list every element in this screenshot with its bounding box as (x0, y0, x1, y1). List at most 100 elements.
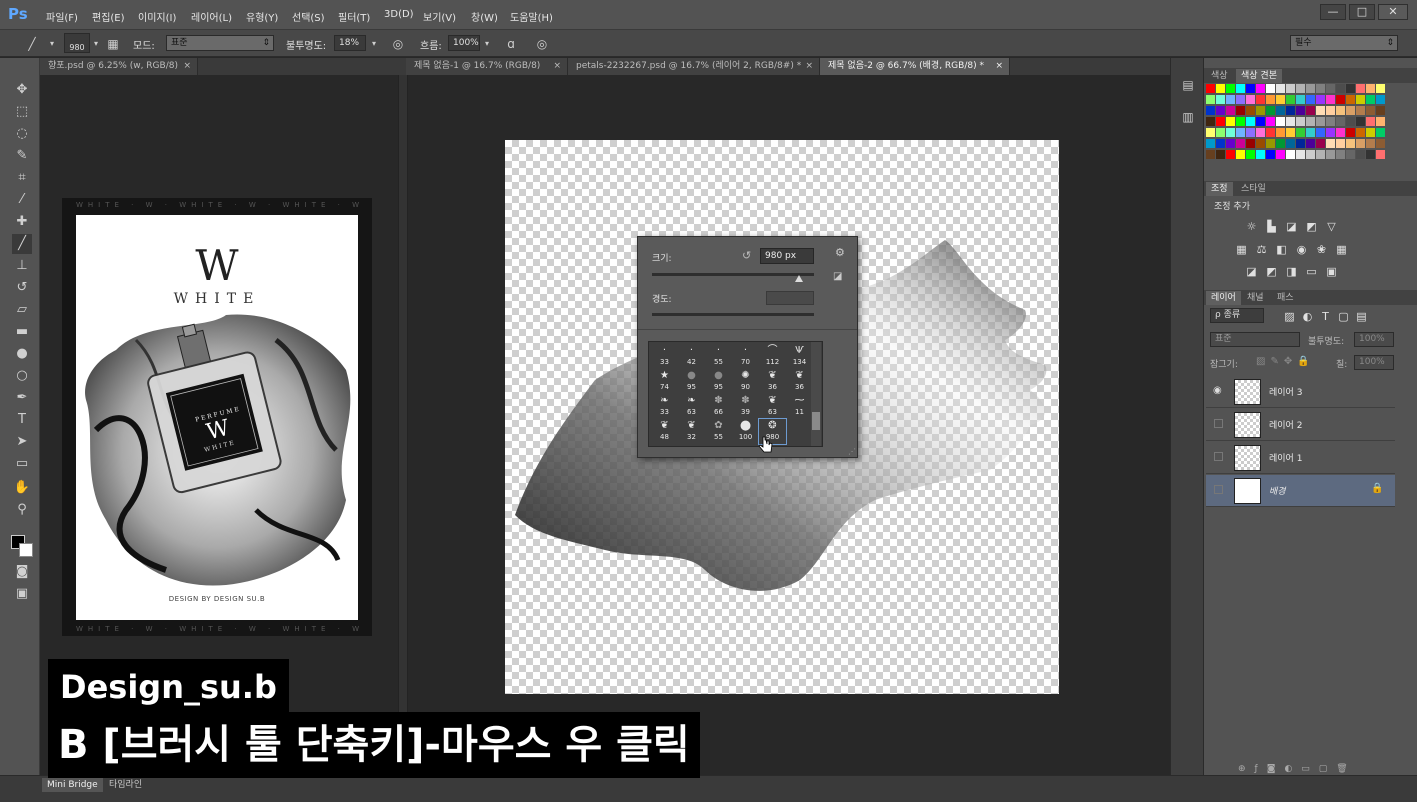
opacity-slider-arrow-icon[interactable]: ▾ (366, 36, 382, 52)
tab-channels[interactable]: 채널 (1242, 291, 1269, 305)
filter-pixel-icon[interactable]: ▨ (1282, 310, 1297, 323)
menu-select[interactable]: 선택(S) (292, 9, 325, 24)
tab-petals[interactable]: petals-2232267.psd @ 16.7% (레이어 2, RGB/8… (568, 58, 820, 75)
screen-mode-icon[interactable]: ▣ (12, 584, 32, 604)
color-swatch[interactable] (1206, 150, 1215, 159)
color-swatch[interactable] (1356, 84, 1365, 93)
color-swatch[interactable] (1256, 84, 1265, 93)
color-swatch[interactable] (1246, 84, 1255, 93)
tab-paths[interactable]: 패스 (1272, 291, 1299, 305)
menu-file[interactable]: 파일(F) (46, 9, 78, 24)
color-swatch[interactable] (1316, 106, 1325, 115)
scrollbar-thumb[interactable] (812, 412, 820, 430)
tab-hyangpo[interactable]: 향포.psd @ 6.25% (w, RGB/8) × (40, 58, 198, 75)
menu-edit[interactable]: 편집(E) (92, 9, 125, 24)
zoom-tool-icon[interactable]: ⚲ (12, 500, 32, 520)
brush-picker-arrow-icon[interactable]: ▾ (88, 36, 104, 52)
color-swatch[interactable] (1366, 150, 1375, 159)
color-swatch[interactable] (1286, 84, 1295, 93)
color-swatch[interactable] (1376, 95, 1385, 104)
maximize-button[interactable]: □ (1349, 4, 1375, 20)
color-swatch[interactable] (1346, 95, 1355, 104)
color-swatch[interactable] (1326, 128, 1335, 137)
hue-saturation-icon[interactable]: ▦ (1234, 243, 1249, 256)
color-swatch[interactable] (1276, 95, 1285, 104)
filter-adjust-icon[interactable]: ◐ (1300, 310, 1315, 323)
tab-mini-bridge[interactable]: Mini Bridge (42, 778, 103, 792)
brush-preset[interactable]: Ѱ 134 (786, 344, 813, 369)
flow-slider-arrow-icon[interactable]: ▾ (479, 36, 495, 52)
color-swatch[interactable] (1306, 106, 1315, 115)
brush-preset[interactable]: ❦ 48 (651, 419, 678, 444)
tab-untitled-1[interactable]: 제목 없음-1 @ 16.7% (RGB/8) × (406, 58, 568, 75)
brush-preset[interactable]: ❧ 63 (678, 394, 705, 419)
color-swatch[interactable] (1286, 139, 1295, 148)
color-swatch[interactable] (1286, 128, 1295, 137)
properties-panel-icon[interactable]: ▥ (1180, 110, 1196, 126)
color-swatch[interactable] (1376, 150, 1385, 159)
color-swatch[interactable] (1316, 128, 1325, 137)
color-swatch[interactable] (1316, 150, 1325, 159)
tab-untitled-2[interactable]: 제목 없음-2 @ 66.7% (배경, RGB/8) * × (820, 58, 1010, 75)
color-swatch[interactable] (1256, 117, 1265, 126)
brush-preset[interactable]: ● 100 (732, 419, 759, 444)
brush-tool-icon[interactable]: ╱ (12, 234, 32, 254)
color-swatch[interactable] (1346, 117, 1355, 126)
threshold-icon[interactable]: ◨ (1284, 265, 1299, 278)
color-swatch[interactable] (1236, 84, 1245, 93)
brush-preset[interactable]: ❦ 36 (786, 369, 813, 394)
vibrance-icon[interactable]: ▽ (1324, 220, 1339, 233)
history-panel-icon[interactable]: ▤ (1180, 78, 1196, 94)
color-swatch[interactable] (1256, 139, 1265, 148)
color-swatch[interactable] (1286, 117, 1295, 126)
exposure-icon[interactable]: ◩ (1304, 220, 1319, 233)
pressure-opacity-icon[interactable]: ◎ (390, 36, 406, 52)
brush-panel-toggle-icon[interactable]: ▦ (105, 36, 121, 52)
color-swatch[interactable] (1206, 128, 1215, 137)
color-swatch[interactable] (1376, 139, 1385, 148)
color-swatch[interactable] (1326, 139, 1335, 148)
brush-preset[interactable]: ❧ 33 (651, 394, 678, 419)
color-swatch[interactable] (1276, 117, 1285, 126)
color-swatch[interactable] (1266, 128, 1275, 137)
color-swatch[interactable] (1246, 95, 1255, 104)
brush-preset[interactable]: · 42 (678, 344, 705, 369)
size-input[interactable]: 980 px (760, 248, 814, 264)
color-swatch[interactable] (1306, 150, 1315, 159)
tab-swatches[interactable]: 색상 견본 (1236, 69, 1282, 83)
color-swatch[interactable] (1346, 139, 1355, 148)
brush-preset[interactable]: ⁓ 11 (786, 394, 813, 419)
lock-options-icon[interactable]: ▨✎✥🔒 (1256, 356, 1315, 367)
menu-view[interactable]: 보기(V) (423, 9, 456, 24)
close-icon[interactable]: × (995, 58, 1003, 75)
color-swatch[interactable] (1236, 150, 1245, 159)
workspace-dropdown[interactable]: 필수 ⇕ (1290, 35, 1398, 51)
color-swatch[interactable] (1306, 139, 1315, 148)
blend-mode-dropdown[interactable]: 표준 (1210, 332, 1300, 347)
color-swatch[interactable] (1246, 128, 1255, 137)
color-swatch[interactable] (1216, 150, 1225, 159)
color-swatch[interactable] (1296, 117, 1305, 126)
filter-type-icon[interactable]: T (1318, 310, 1333, 323)
visibility-toggle[interactable] (1214, 419, 1223, 428)
color-swatch[interactable] (1226, 84, 1235, 93)
color-swatch[interactable] (1296, 95, 1305, 104)
brush-grid-scrollbar[interactable] (811, 342, 821, 446)
menu-layer[interactable]: 레이어(L) (191, 9, 232, 24)
eyedropper-tool-icon[interactable]: ⁄ (12, 190, 32, 210)
color-swatch[interactable] (1336, 95, 1345, 104)
color-swatch[interactable] (1256, 95, 1265, 104)
channel-mixer-icon[interactable]: ❀ (1314, 243, 1329, 256)
color-swatch[interactable] (1226, 139, 1235, 148)
menu-3d[interactable]: 3D(D) (384, 9, 414, 20)
brush-preset[interactable]: ✺ 90 (732, 369, 759, 394)
brush-preset[interactable]: ● 95 (678, 369, 705, 394)
color-swatch[interactable] (1236, 139, 1245, 148)
color-swatch[interactable] (1226, 106, 1235, 115)
tab-adjustments[interactable]: 조정 (1206, 182, 1233, 196)
color-swatch[interactable] (1276, 150, 1285, 159)
color-swatch[interactable] (1356, 106, 1365, 115)
black-white-icon[interactable]: ◧ (1274, 243, 1289, 256)
color-swatch[interactable] (1336, 117, 1345, 126)
layer-filter-dropdown[interactable]: ρ 종류 (1210, 308, 1264, 323)
